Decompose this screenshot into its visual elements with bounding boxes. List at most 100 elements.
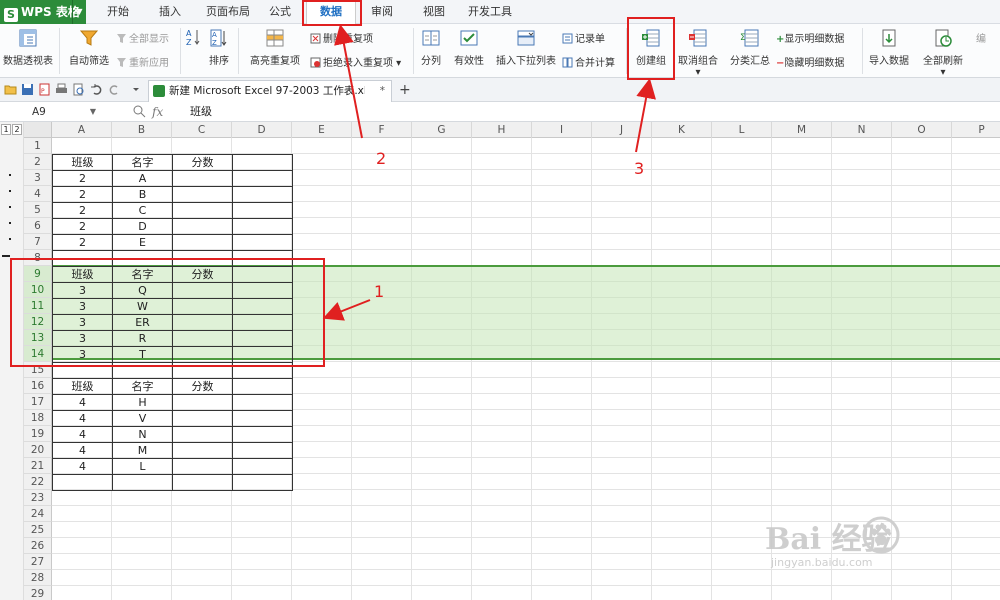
tab-formulas[interactable]: 公式 (262, 0, 298, 24)
save-icon[interactable] (21, 83, 34, 96)
chevron-down-icon[interactable]: ▼ (90, 104, 96, 120)
row-header-4[interactable]: 4 (24, 186, 52, 202)
header-cell[interactable]: 班级 (52, 378, 113, 395)
zoom-search-icon[interactable] (132, 104, 146, 118)
row-header-16[interactable]: 16 (24, 378, 52, 394)
data-cell[interactable] (232, 186, 293, 203)
data-cell[interactable]: 2 (52, 170, 113, 187)
column-header-h[interactable]: H (472, 122, 532, 138)
header-cell[interactable]: 名字 (112, 154, 173, 171)
open-folder-icon[interactable] (4, 83, 17, 96)
data-cell[interactable]: 4 (52, 458, 113, 475)
customize-toolbar-icon[interactable] (130, 83, 143, 96)
row-header-18[interactable]: 18 (24, 410, 52, 426)
column-header-c[interactable]: C (172, 122, 232, 138)
column-header-p[interactable]: P (952, 122, 1000, 138)
row-header-27[interactable]: 27 (24, 554, 52, 570)
data-cell[interactable]: 2 (52, 218, 113, 235)
row-header-17[interactable]: 17 (24, 394, 52, 410)
column-header-n[interactable]: N (832, 122, 892, 138)
data-cell[interactable] (232, 394, 293, 411)
row-header-3[interactable]: 3 (24, 170, 52, 186)
row-header-28[interactable]: 28 (24, 570, 52, 586)
row-header-2[interactable]: 2 (24, 154, 52, 170)
consolidate-button[interactable]: 合并计算 (562, 54, 615, 69)
wps-app-menu-button[interactable]: S WPS 表格 ▼ (0, 0, 86, 24)
row-header-23[interactable]: 23 (24, 490, 52, 506)
data-cell[interactable] (172, 458, 233, 475)
pivot-table-button[interactable]: 数据透视表 (2, 28, 54, 67)
row-header-20[interactable]: 20 (24, 442, 52, 458)
outline-level-2-button[interactable]: 2 (12, 124, 22, 135)
data-cell[interactable] (232, 218, 293, 235)
data-cell[interactable]: 2 (52, 186, 113, 203)
column-header-o[interactable]: O (892, 122, 952, 138)
new-tab-button[interactable]: + (399, 80, 413, 100)
data-cell[interactable] (232, 458, 293, 475)
data-cell[interactable]: 4 (52, 442, 113, 459)
tab-developer[interactable]: 开发工具 (462, 0, 518, 24)
print-preview-icon[interactable] (72, 83, 85, 96)
outline-level-1-button[interactable]: 1 (1, 124, 11, 135)
data-cell[interactable]: H (112, 394, 173, 411)
header-cell[interactable]: 名字 (112, 378, 173, 395)
data-cell[interactable]: V (112, 410, 173, 427)
export-pdf-icon[interactable]: P (38, 83, 51, 96)
import-data-button[interactable]: 导入数据 (866, 28, 912, 67)
show-all-button[interactable]: 全部显示 (116, 30, 169, 45)
tab-home[interactable]: 开始 (100, 0, 136, 24)
column-header-k[interactable]: K (652, 122, 712, 138)
highlight-duplicates-button[interactable]: 高亮重复项 (242, 28, 308, 67)
column-header-l[interactable]: L (712, 122, 772, 138)
row-header-7[interactable]: 7 (24, 234, 52, 250)
print-icon[interactable] (55, 83, 68, 96)
insert-dropdown-button[interactable]: 插入下拉列表 (494, 28, 558, 67)
column-header-a[interactable]: A (52, 122, 112, 138)
data-cell[interactable]: A (112, 170, 173, 187)
formula-input[interactable]: 班级 (190, 104, 212, 120)
column-header-d[interactable]: D (232, 122, 292, 138)
chevron-down-icon[interactable]: ▾ (940, 67, 945, 78)
data-cell[interactable]: 4 (52, 394, 113, 411)
data-cell[interactable]: N (112, 426, 173, 443)
data-cell[interactable]: 2 (52, 202, 113, 219)
data-cell[interactable]: D (112, 218, 173, 235)
row-header-19[interactable]: 19 (24, 426, 52, 442)
column-header-f[interactable]: F (352, 122, 412, 138)
redo-icon[interactable] (108, 83, 121, 96)
column-header-g[interactable]: G (412, 122, 472, 138)
header-cell[interactable] (232, 378, 293, 395)
data-cell[interactable] (172, 202, 233, 219)
data-cell[interactable] (232, 442, 293, 459)
row-header-29[interactable]: 29 (24, 586, 52, 600)
autofilter-button[interactable]: 自动筛选 (66, 28, 112, 67)
data-cell[interactable] (232, 426, 293, 443)
row-header-25[interactable]: 25 (24, 522, 52, 538)
data-cell[interactable]: 4 (52, 426, 113, 443)
header-cell[interactable]: 分数 (172, 378, 233, 395)
row-header-21[interactable]: 21 (24, 458, 52, 474)
empty-cell[interactable] (232, 474, 293, 491)
split-columns-button[interactable]: 分列 (416, 28, 446, 67)
row-header-1[interactable]: 1 (24, 138, 52, 154)
data-cell[interactable]: B (112, 186, 173, 203)
hide-detail-button[interactable]: −隐藏明细数据 (776, 54, 844, 69)
data-cell[interactable] (172, 170, 233, 187)
data-cell[interactable]: 2 (52, 234, 113, 251)
data-cell[interactable] (172, 442, 233, 459)
data-cell[interactable] (172, 218, 233, 235)
select-all-corner[interactable] (24, 122, 52, 138)
column-header-b[interactable]: B (112, 122, 172, 138)
delete-duplicates-button[interactable]: 删除重复项 (310, 30, 373, 45)
tab-review[interactable]: 审阅 (364, 0, 400, 24)
data-cell[interactable] (172, 394, 233, 411)
outline-collapse-icon[interactable] (2, 255, 10, 257)
header-cell[interactable]: 班级 (52, 154, 113, 171)
chevron-down-icon[interactable]: ▼ (72, 0, 86, 24)
column-header-i[interactable]: I (532, 122, 592, 138)
name-box[interactable]: A9 ▼ (28, 104, 98, 120)
sort-button[interactable]: AZ 排序 (204, 28, 234, 67)
data-cell[interactable] (232, 202, 293, 219)
data-cell[interactable] (232, 234, 293, 251)
data-cell[interactable]: E (112, 234, 173, 251)
